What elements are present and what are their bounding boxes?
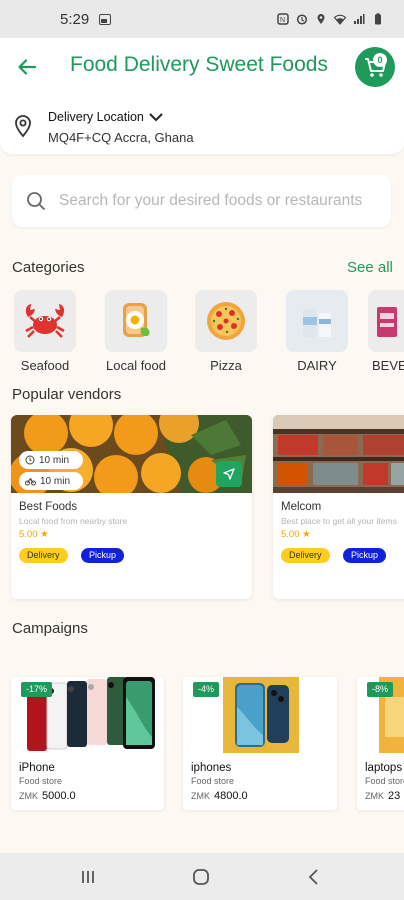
battery-icon <box>375 13 381 25</box>
vendor-name: Best Foods <box>19 501 78 513</box>
vendor-card-melcom[interactable]: Melcom Best place to get all your items … <box>273 415 404 599</box>
delivery-time-pill: 10 min <box>19 451 83 469</box>
app-header: Food Delivery Sweet Foods 0 <box>0 38 404 96</box>
category-label: Pizza <box>210 358 242 373</box>
delivery-tag: Delivery <box>19 548 68 563</box>
price-value: 23 <box>388 790 401 802</box>
cart-count-badge: 0 <box>373 53 387 67</box>
gallery-icon <box>99 13 112 25</box>
category-pizza[interactable]: Pizza <box>186 290 266 373</box>
delivery-tag: Delivery <box>281 548 330 563</box>
location-status-icon <box>317 14 325 24</box>
currency: ZMK <box>191 791 210 801</box>
see-all-link[interactable]: See all <box>347 259 393 276</box>
vendor-name: Melcom <box>281 501 322 513</box>
campaign-name: iphones <box>191 762 232 774</box>
vendor-rating: 5.00 ★ <box>281 529 311 540</box>
pickup-tag: Pickup <box>81 548 125 563</box>
pizza-icon <box>195 290 257 352</box>
home-icon[interactable] <box>189 865 213 889</box>
nfc-icon: N <box>277 13 289 25</box>
category-beverages[interactable]: BEVER <box>368 290 404 373</box>
category-label: Local food <box>106 358 166 373</box>
discount-badge: -8% <box>367 682 394 697</box>
back-arrow-icon[interactable] <box>16 56 38 78</box>
campaign-card-iphones[interactable]: -4% iphones Food store ZMK 4800.0 <box>183 677 337 810</box>
search-input[interactable]: Search for your desired foods or restaur… <box>12 175 391 227</box>
page-title: Food Delivery Sweet Foods <box>70 53 328 76</box>
vendor-card-best-foods[interactable]: 10 min 10 min Best Foods Local food from… <box>11 415 252 599</box>
clock-icon <box>25 455 35 465</box>
location-pin-icon <box>15 115 31 138</box>
price-value: 5000.0 <box>42 790 76 802</box>
cart-button[interactable]: 0 <box>355 47 395 87</box>
delivery-address: MQ4F+CQ Accra, Ghana <box>48 130 194 145</box>
vendor-description: Best place to get all your items <box>281 516 397 526</box>
search-placeholder: Search for your desired foods or restaur… <box>59 192 363 209</box>
local-food-icon <box>105 290 167 352</box>
delivery-time: 10 min <box>39 454 70 466</box>
ride-time-pill: 10 min <box>19 472 83 490</box>
delivery-location[interactable]: Delivery Location MQ4F+CQ Accra, Ghana <box>0 96 404 154</box>
system-nav-bar <box>0 853 404 900</box>
ride-time: 10 min <box>40 475 71 487</box>
campaigns-heading: Campaigns <box>12 620 88 637</box>
category-label: BEVER <box>372 358 404 373</box>
campaign-price: ZMK 5000.0 <box>19 790 76 802</box>
campaign-card-iphone[interactable]: -17% iPhone Food store ZMK 5000.0 <box>11 677 164 810</box>
dairy-icon <box>286 290 348 352</box>
delivery-location-label: Delivery Location <box>48 110 144 124</box>
chevron-down-icon[interactable] <box>148 110 164 124</box>
campaign-name: laptops <box>365 762 403 774</box>
categories-heading: Categories <box>12 259 85 276</box>
status-icons: N <box>277 13 384 25</box>
product-image <box>223 677 299 753</box>
category-label: Seafood <box>20 358 70 373</box>
category-label: DAIRY <box>297 358 337 373</box>
wifi-icon <box>334 14 346 25</box>
category-local-food[interactable]: Local food <box>96 290 176 373</box>
bike-icon <box>25 478 36 486</box>
currency: ZMK <box>19 791 38 801</box>
discount-badge: -17% <box>21 682 53 697</box>
category-dairy[interactable]: DAIRY <box>277 290 357 373</box>
campaign-store: Food store <box>191 776 235 786</box>
pickup-tag: Pickup <box>343 548 387 563</box>
currency: ZMK <box>365 791 384 801</box>
beverage-icon <box>368 290 404 352</box>
alarm-icon <box>296 14 308 25</box>
vendor-rating: 5.00 ★ <box>19 529 49 540</box>
price-value: 4800.0 <box>214 790 248 802</box>
campaign-store: Food store <box>365 776 404 786</box>
search-icon <box>27 192 45 210</box>
campaign-price: ZMK 4800.0 <box>191 790 248 802</box>
navigate-button[interactable] <box>216 461 242 487</box>
campaign-name: iPhone <box>19 762 55 774</box>
crab-icon <box>14 290 76 352</box>
svg-text:N: N <box>280 17 285 24</box>
navigation-arrow-icon <box>223 468 235 480</box>
campaign-store: Food store <box>19 776 63 786</box>
campaign-card-laptops[interactable]: -8% laptops Food store ZMK 23 <box>357 677 404 810</box>
status-bar: 5:29 N <box>0 0 404 38</box>
status-time: 5:29 <box>60 10 90 28</box>
campaign-price: ZMK 23 <box>365 790 400 802</box>
category-seafood[interactable]: Seafood <box>5 290 85 373</box>
back-nav-icon[interactable] <box>302 865 326 889</box>
vendor-description: Local food from nearby store <box>19 516 128 526</box>
vendor-image <box>273 415 404 493</box>
discount-badge: -4% <box>193 682 220 697</box>
recent-apps-icon[interactable] <box>76 865 100 889</box>
popular-vendors-heading: Popular vendors <box>12 386 122 403</box>
signal-icon <box>354 14 365 24</box>
